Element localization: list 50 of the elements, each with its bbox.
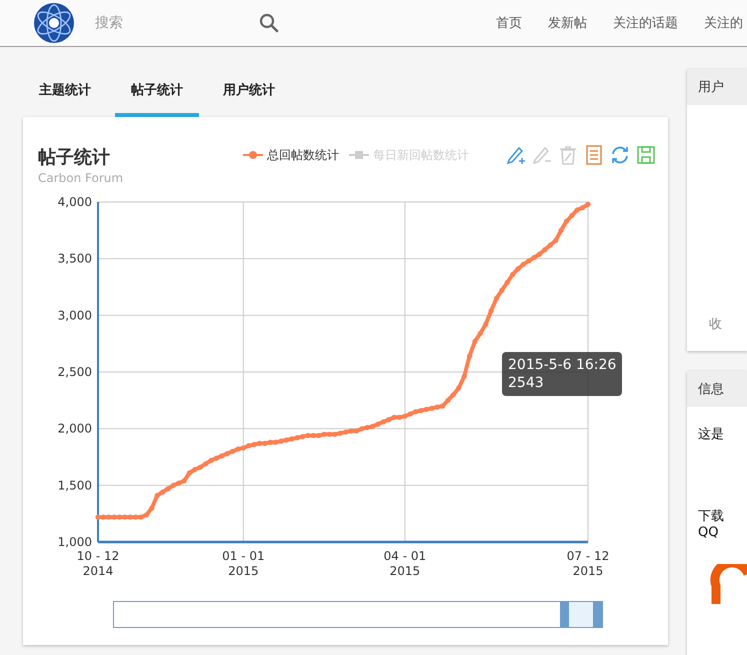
panel-title: 用户	[698, 79, 724, 96]
chart-subtitle: Carbon Forum	[38, 171, 124, 185]
y-tick-label: 1,500	[58, 478, 92, 492]
panel-text: 下载	[698, 508, 725, 525]
data-point	[456, 385, 462, 390]
data-point	[466, 354, 472, 359]
ring-arc-drawing	[710, 564, 747, 604]
zoom-handle[interactable]	[560, 602, 569, 627]
nav-link[interactable]: 关注的话题	[613, 14, 678, 32]
data-point	[472, 338, 478, 344]
data-point	[483, 322, 488, 327]
x-tick-label: 04 - 01 2015	[384, 549, 426, 578]
tab[interactable]: 用户统计	[207, 69, 291, 117]
search-icon[interactable]	[259, 13, 279, 33]
data-point	[504, 280, 510, 286]
tooltip-date: 2015-5-6 16:26	[508, 356, 616, 374]
x-tick-label: 01 - 01 2015	[222, 549, 265, 578]
tooltip-value: 2543	[508, 374, 545, 392]
search-field[interactable]: 搜索	[93, 14, 247, 32]
y-tick-label: 1,000	[58, 535, 92, 549]
atom-logo-icon[interactable]	[33, 2, 75, 44]
panel-title: 信息	[698, 381, 724, 398]
y-tick-label: 2,000	[58, 422, 92, 436]
document-icon[interactable]	[584, 145, 604, 165]
data-point	[499, 288, 504, 293]
panel-text: 这是	[698, 426, 725, 443]
legend-item[interactable]: 总回帖数统计	[267, 146, 340, 164]
panel-text: QQ	[698, 525, 720, 540]
chart-title: 帖子统计	[38, 146, 111, 169]
nav-link[interactable]: 关注的	[704, 14, 743, 32]
tab[interactable]: 主题统计	[23, 69, 107, 117]
nav-link[interactable]: 首页	[496, 14, 522, 32]
panel-link[interactable]: 收	[709, 317, 722, 332]
refresh-icon[interactable]	[610, 145, 630, 165]
zoom-slider-track[interactable]	[113, 601, 603, 628]
y-tick-label: 4,000	[58, 195, 92, 209]
data-point	[478, 330, 483, 336]
x-tick-label: 07 - 12 2015	[566, 549, 610, 578]
save-icon[interactable]	[636, 145, 656, 165]
x-tick-label: 10 - 12 2014	[76, 549, 120, 578]
y-tick-label: 2,500	[58, 365, 92, 379]
y-tick-label: 3,500	[58, 252, 92, 266]
data-point	[494, 296, 500, 301]
data-point	[462, 374, 467, 380]
pencil-plus-icon[interactable]	[506, 145, 526, 165]
nav-link[interactable]: 发新帖	[548, 14, 587, 32]
y-tick-label: 3,000	[58, 308, 92, 322]
data-point	[488, 308, 494, 314]
data-point	[558, 228, 564, 233]
zoom-handle[interactable]	[593, 602, 602, 627]
